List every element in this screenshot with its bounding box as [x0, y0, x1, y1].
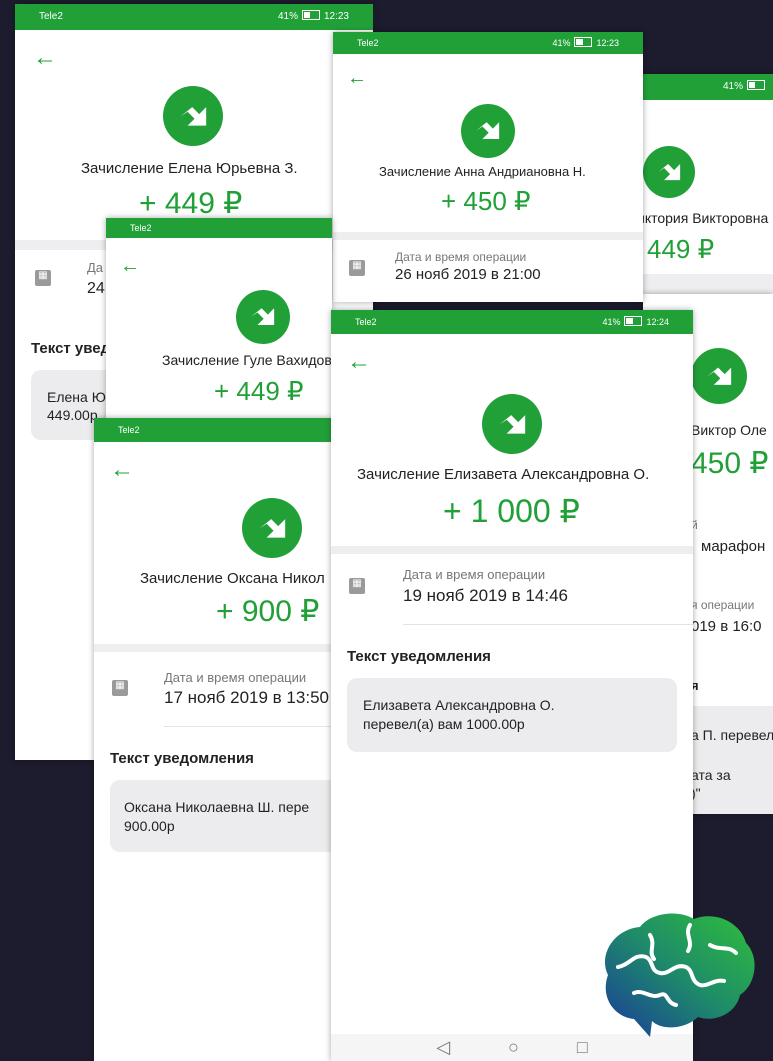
transaction-amount: + 450 ₽ — [441, 186, 531, 216]
transaction-title: Зачисление Гуле Вахидов — [162, 352, 332, 368]
notification-title: Текст уведомления — [347, 648, 491, 665]
nav-recent-button[interactable]: □ — [577, 1037, 588, 1058]
battery-icon — [301, 10, 320, 20]
notification-title: Текст уведомления — [110, 750, 254, 767]
date-value: 26 нояб 2019 в 21:00 — [395, 266, 541, 283]
back-arrow-icon[interactable]: ← — [347, 66, 367, 90]
battery-icon — [574, 37, 593, 47]
transaction-amount: 450 ₽ — [691, 447, 769, 480]
back-arrow-icon[interactable]: ← — [33, 46, 57, 70]
fragment: марафон — [701, 538, 766, 555]
battery-icon — [624, 316, 643, 326]
transaction-amount: 449 ₽ — [647, 234, 715, 264]
transaction-amount: + 449 ₽ — [214, 376, 304, 406]
bank-logo-icon — [482, 394, 542, 454]
bank-logo-icon — [461, 104, 515, 158]
transaction-title: Зачисление Елена Юрьевна З. — [81, 160, 298, 177]
screen-victoria: 41% иктория Викторовна 449 ₽ — [643, 74, 773, 294]
transaction-title: Виктор Оле — [691, 422, 767, 438]
carrier-label: Tele2 — [355, 317, 377, 327]
date-label: Дата и время операции — [164, 670, 307, 685]
date-value: 24 — [87, 280, 105, 297]
status-bar: 41% — [643, 74, 773, 100]
status-bar: Tele2 — [106, 218, 332, 238]
battery-level: 41% — [277, 11, 298, 22]
calendar-icon: ▦ — [349, 578, 365, 594]
brain-puzzle-logo — [604, 913, 755, 1037]
screen-gule: Tele2 ← Зачисление Гуле Вахидов + 449 ₽ — [106, 218, 332, 428]
status-bar: Tele2 41% 12:24 — [331, 310, 693, 334]
status-bar: Tele2 41% 12:23 — [333, 32, 643, 54]
bank-logo-icon — [643, 146, 695, 198]
transaction-title: Зачисление Анна Андриановна Н. — [379, 164, 586, 179]
battery-level: 41% — [552, 38, 571, 48]
transaction-title: иктория Викторовна — [643, 210, 769, 226]
date-label: Да — [87, 260, 104, 275]
bank-logo-icon — [691, 348, 747, 404]
carrier-label: Tele2 — [130, 223, 152, 233]
date-label: Дата и время операции — [403, 567, 546, 582]
back-arrow-icon[interactable]: ← — [347, 350, 371, 374]
date-value: 17 нояб 2019 в 13:50 — [164, 688, 329, 707]
screen-oksana: Tele2 ← Зачисление Оксана Никол + 900 ₽ … — [94, 418, 332, 1061]
carrier-label: Tele2 — [39, 11, 63, 22]
carrier-label: Tele2 — [357, 38, 379, 48]
calendar-icon: ▦ — [112, 680, 128, 696]
transaction-amount: + 1 000 ₽ — [443, 493, 580, 529]
clock: 12:24 — [646, 317, 669, 327]
bank-logo-icon — [236, 290, 290, 344]
back-arrow-icon[interactable]: ← — [120, 254, 140, 278]
notification-bubble: Оксана Николаевна Ш. пере 900.00р — [110, 780, 332, 852]
transaction-title: Зачисление Елизавета Александровна О. — [357, 466, 650, 483]
nav-back-button[interactable]: ◁ — [436, 1037, 450, 1058]
bank-logo-icon — [242, 498, 302, 558]
status-bar: Tele2 — [94, 418, 332, 442]
date-label: Дата и время операции — [395, 250, 527, 264]
calendar-icon: ▦ — [35, 270, 51, 286]
fragment: я операции — [691, 598, 755, 612]
date-value: 19 нояб 2019 в 14:46 — [403, 586, 568, 605]
clock: 12:23 — [323, 11, 349, 22]
notification-title: Текст увед — [31, 340, 111, 357]
battery-icon — [747, 80, 765, 90]
screen-anna: Tele2 41% 12:23 ← Зачисление Анна Андриан… — [333, 32, 643, 302]
transaction-title: Зачисление Оксана Никол — [140, 570, 325, 587]
fragment: 019 в 16:0 — [691, 618, 762, 635]
notification-bubble: Елизавета Александровна О. перевел(а) ва… — [347, 678, 677, 752]
nav-home-button[interactable]: ○ — [508, 1037, 519, 1058]
bank-logo-icon — [163, 86, 223, 146]
calendar-icon: ▦ — [349, 260, 365, 276]
clock: 12:23 — [596, 38, 619, 48]
transaction-amount: + 449 ₽ — [139, 187, 243, 220]
status-bar: Tele2 41% 12:23 — [15, 4, 373, 30]
notification-bubble: а П. перевел ата за )" — [683, 706, 773, 814]
battery-level: 41% — [722, 81, 743, 92]
transaction-amount: + 900 ₽ — [216, 595, 320, 628]
carrier-label: Tele2 — [118, 425, 140, 435]
back-arrow-icon[interactable]: ← — [110, 458, 134, 482]
battery-level: 41% — [602, 317, 621, 327]
